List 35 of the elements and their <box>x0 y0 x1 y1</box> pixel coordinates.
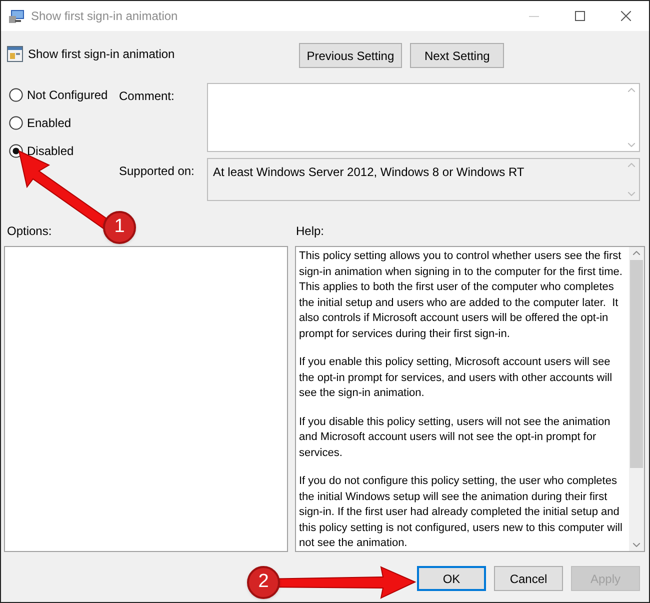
dialog-button[interactable]: Cancel <box>494 566 563 591</box>
comment-field[interactable] <box>207 83 640 152</box>
help-paragraph: If you disable this policy setting, users will not see the animation and Microsoft account users will not see the opt-in prompt for services. <box>299 414 612 460</box>
comment-label: Comment: <box>119 88 176 105</box>
help-paragraph: If you enable this policy setting, Microsoft account users will see the opt-in prompt for services, and users with other accounts will see the sign-in animation. <box>299 355 614 401</box>
help-paragraph: If you do not configure this policy setting, the user who completes the initial Windows setup will see the animation during their first sign-in. If the first user had already completed the initial setup and this policy setting is not configured, users new to this computer will not see the animation. <box>299 474 624 551</box>
scroll-up-icon <box>628 88 635 92</box>
nav-button[interactable]: Next Setting <box>410 43 504 68</box>
scroll-up-icon <box>633 251 640 255</box>
window-title: Show first sign-in animation <box>31 8 178 25</box>
callout-badge: 2 <box>247 566 280 599</box>
scroll-up-icon <box>628 163 635 167</box>
supported-on-value: At least Windows Server 2012, Windows 8 or Windows RT <box>212 164 526 181</box>
scrollbar[interactable] <box>629 247 644 551</box>
radio-label: Not Configured <box>27 87 108 104</box>
close-icon <box>621 11 631 21</box>
help-paragraph: This policy setting allows you to control whether users see the first sign-in animation when signing in to the computer for the first time. This applies to both the first user of the computer who completes the initial setup and users who are added to the computer later. It also controls if Microsoft account users will be offered the opt-in prompt for services during their first sign-in. <box>299 249 624 342</box>
scroll-down-icon <box>633 543 640 547</box>
help-label: Help: <box>296 223 324 240</box>
nav-button[interactable]: Previous Setting <box>298 43 402 68</box>
scroll-down-icon <box>628 192 635 196</box>
scrollbar-thumb[interactable] <box>630 260 643 468</box>
policy-icon <box>7 46 23 62</box>
callout-badge: 1 <box>103 211 136 244</box>
options-label: Options: <box>7 224 52 238</box>
dialog-button[interactable]: OK <box>417 566 486 591</box>
app-icon <box>9 8 25 24</box>
radio-button[interactable] <box>9 88 23 102</box>
supported-on-label: Supported on: <box>119 163 196 180</box>
maximize-icon <box>575 11 585 21</box>
radio-button[interactable] <box>9 116 23 130</box>
radio-label: Disabled <box>27 143 74 160</box>
setting-title: Show first sign-in animation <box>28 46 175 63</box>
scroll-down-icon <box>628 143 635 147</box>
radio-label: Enabled <box>27 115 72 132</box>
